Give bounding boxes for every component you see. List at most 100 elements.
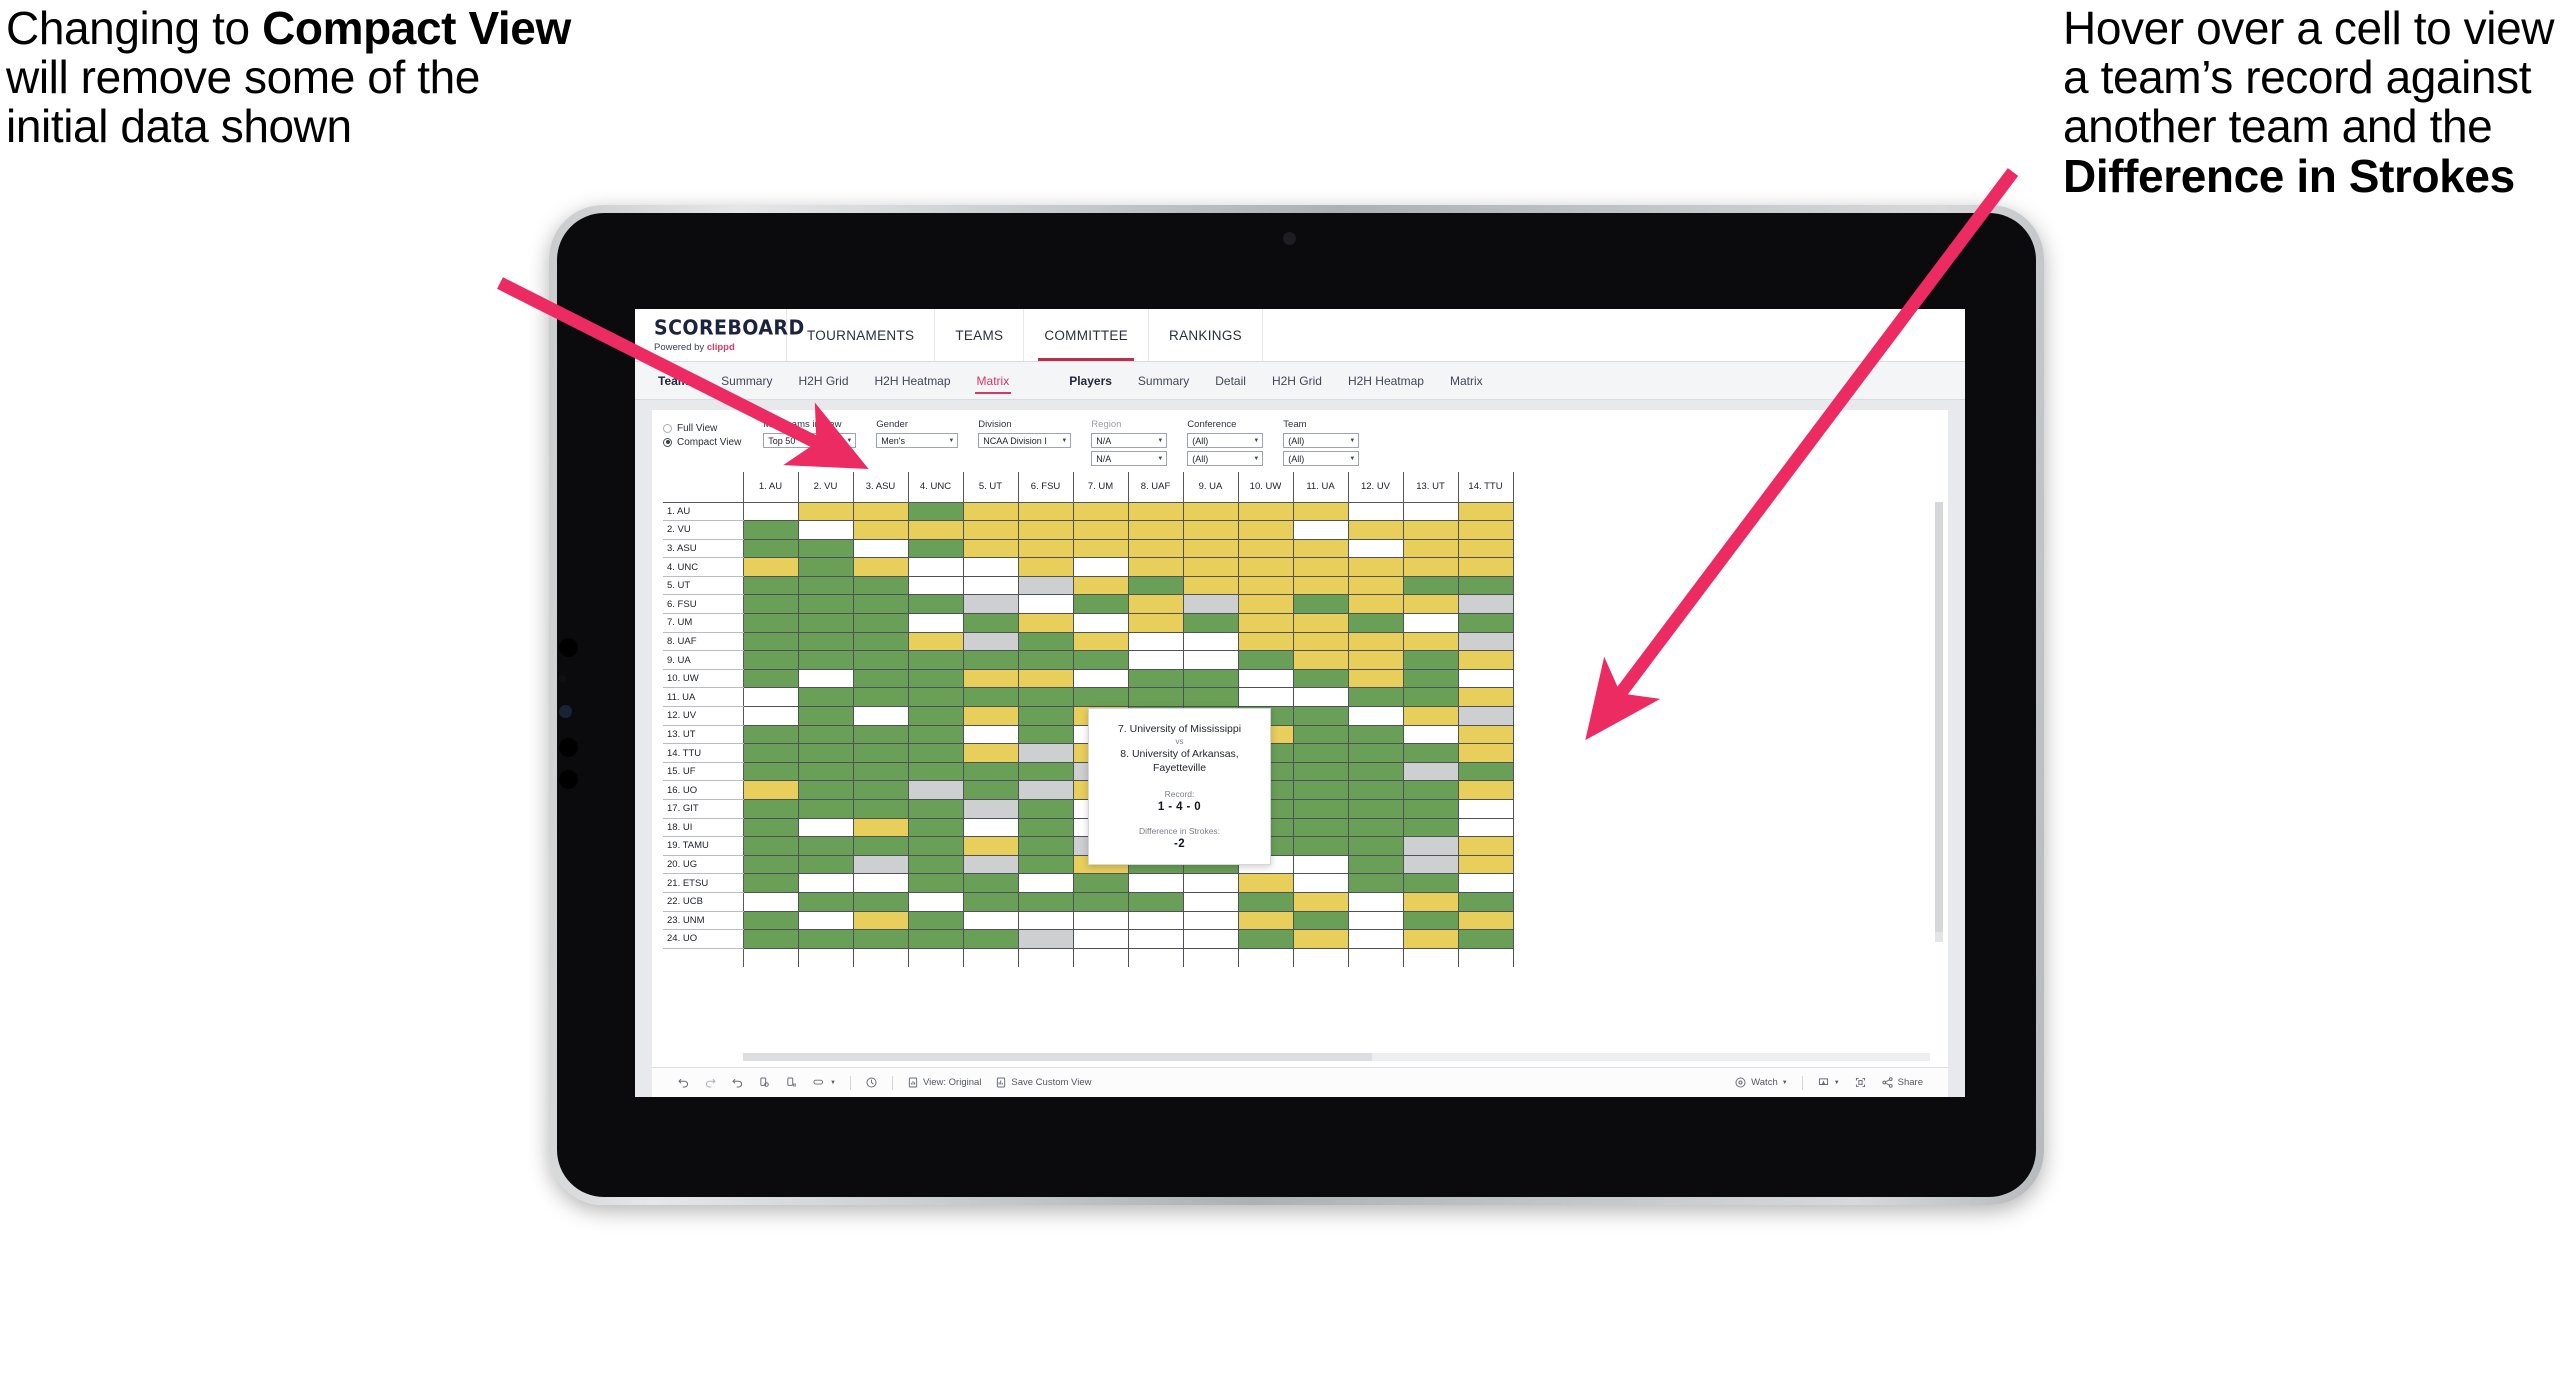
matrix-cell[interactable]	[1293, 632, 1349, 652]
matrix-cell[interactable]	[908, 929, 964, 949]
matrix-cell[interactable]	[798, 855, 854, 875]
matrix-cell[interactable]	[1128, 502, 1184, 522]
matrix-cell[interactable]	[1293, 799, 1349, 819]
matrix-cell[interactable]	[1458, 780, 1514, 800]
matrix-cell[interactable]	[1183, 873, 1239, 893]
matrix-cell[interactable]	[798, 911, 854, 931]
matrix-cell[interactable]	[1128, 873, 1184, 893]
matrix-cell[interactable]	[743, 650, 799, 670]
matrix-cell[interactable]	[1018, 520, 1074, 540]
subnav-item-players-detail[interactable]: Detail	[1202, 362, 1259, 399]
matrix-cell[interactable]	[1018, 687, 1074, 708]
matrix-cell[interactable]	[1018, 669, 1074, 689]
matrix-row-header[interactable]: 13. UT	[663, 725, 744, 745]
matrix-cell[interactable]	[853, 799, 909, 819]
matrix-cell[interactable]	[1073, 613, 1129, 633]
matrix-cell[interactable]	[1403, 594, 1459, 615]
matrix-cell[interactable]	[1183, 687, 1239, 708]
matrix-cell[interactable]	[1293, 613, 1349, 633]
matrix-cell[interactable]	[1458, 669, 1514, 689]
matrix-cell[interactable]	[1293, 892, 1349, 912]
horizontal-scrollbar[interactable]	[743, 1053, 1930, 1061]
matrix-cell[interactable]	[963, 836, 1019, 856]
matrix-cell[interactable]	[1348, 892, 1404, 912]
matrix-cell[interactable]	[1458, 836, 1514, 856]
matrix-cell[interactable]	[798, 743, 854, 763]
matrix-cell[interactable]	[798, 669, 854, 689]
matrix-cell[interactable]	[908, 743, 964, 763]
matrix-cell[interactable]	[908, 632, 964, 652]
matrix-cell[interactable]	[1403, 613, 1459, 633]
matrix-cell[interactable]	[1018, 557, 1074, 577]
matrix-cell[interactable]	[1128, 557, 1184, 577]
matrix-cell[interactable]	[1293, 706, 1349, 726]
matrix-cell[interactable]	[1128, 650, 1184, 670]
matrix-cell[interactable]	[963, 687, 1019, 708]
matrix-cell[interactable]	[1183, 669, 1239, 689]
matrix-cell[interactable]	[1458, 855, 1514, 875]
matrix-cell[interactable]	[853, 762, 909, 782]
select-team-1[interactable]: (All) ▼	[1283, 433, 1360, 448]
download-button[interactable]: ▼	[1810, 1076, 1847, 1089]
matrix-cell[interactable]	[1403, 762, 1459, 782]
matrix-cell[interactable]	[908, 706, 964, 726]
matrix-cell[interactable]	[1128, 669, 1184, 689]
matrix-cell[interactable]	[1348, 576, 1404, 596]
matrix-col-header[interactable]: 2. VU	[798, 472, 854, 503]
matrix-cell[interactable]	[1403, 892, 1459, 912]
matrix-cell[interactable]	[798, 520, 854, 540]
matrix-cell[interactable]	[1018, 762, 1074, 782]
select-division[interactable]: NCAA Division I ▼	[978, 433, 1072, 448]
matrix-cell[interactable]	[1458, 557, 1514, 577]
matrix-cell[interactable]	[908, 818, 964, 838]
matrix-cell[interactable]	[798, 557, 854, 577]
matrix-cell[interactable]	[1293, 818, 1349, 838]
matrix-cell[interactable]	[1458, 799, 1514, 819]
matrix-cell[interactable]	[798, 706, 854, 726]
matrix-cell[interactable]	[1458, 706, 1514, 726]
matrix-cell[interactable]	[1018, 706, 1074, 726]
topnav-item-teams[interactable]: TEAMS	[935, 309, 1025, 361]
matrix-cell[interactable]	[1018, 818, 1074, 838]
matrix-cell[interactable]	[1073, 576, 1129, 596]
matrix-cell[interactable]	[1183, 502, 1239, 522]
matrix-cell[interactable]	[963, 650, 1019, 670]
matrix-cell[interactable]	[1293, 855, 1349, 875]
matrix-cell[interactable]	[1238, 594, 1294, 615]
matrix-cell[interactable]	[1348, 762, 1404, 782]
matrix-cell[interactable]	[1403, 706, 1459, 726]
matrix-cell[interactable]	[1458, 725, 1514, 745]
matrix-cell[interactable]	[853, 873, 909, 893]
vertical-scrollbar-thumb[interactable]	[1935, 502, 1943, 932]
topnav-item-tournaments[interactable]: TOURNAMENTS	[787, 309, 936, 361]
matrix-cell[interactable]	[853, 780, 909, 800]
matrix-cell[interactable]	[963, 557, 1019, 577]
matrix-cell[interactable]	[743, 892, 799, 912]
matrix-row-header[interactable]: 4. UNC	[663, 557, 744, 577]
matrix-cell[interactable]	[743, 911, 799, 931]
matrix-cell[interactable]	[963, 855, 1019, 875]
matrix-cell[interactable]	[853, 929, 909, 949]
matrix-cell[interactable]	[963, 632, 1019, 652]
matrix-col-header[interactable]: 12. UV	[1348, 472, 1404, 503]
matrix-cell[interactable]	[1348, 725, 1404, 745]
matrix-cell[interactable]	[1403, 557, 1459, 577]
matrix-cell[interactable]	[908, 836, 964, 856]
matrix-cell[interactable]	[908, 520, 964, 540]
matrix-cell[interactable]	[1458, 613, 1514, 633]
matrix-row-header[interactable]: 24. UO	[663, 929, 744, 949]
redo-button[interactable]	[697, 1076, 724, 1089]
matrix-cell[interactable]	[853, 632, 909, 652]
matrix-cell[interactable]	[1183, 520, 1239, 540]
matrix-cell[interactable]	[1238, 632, 1294, 652]
matrix-cell[interactable]	[1293, 780, 1349, 800]
matrix-row-header[interactable]: 22. UCB	[663, 892, 744, 912]
matrix-cell[interactable]	[1293, 576, 1349, 596]
matrix-row-header[interactable]: 16. UO	[663, 780, 744, 800]
matrix-cell[interactable]	[1238, 557, 1294, 577]
matrix-cell[interactable]	[743, 539, 799, 559]
matrix-cell[interactable]	[743, 873, 799, 893]
matrix-cell[interactable]	[963, 799, 1019, 819]
matrix-cell[interactable]	[743, 669, 799, 689]
subnav-item-players-summary[interactable]: Summary	[1125, 362, 1202, 399]
